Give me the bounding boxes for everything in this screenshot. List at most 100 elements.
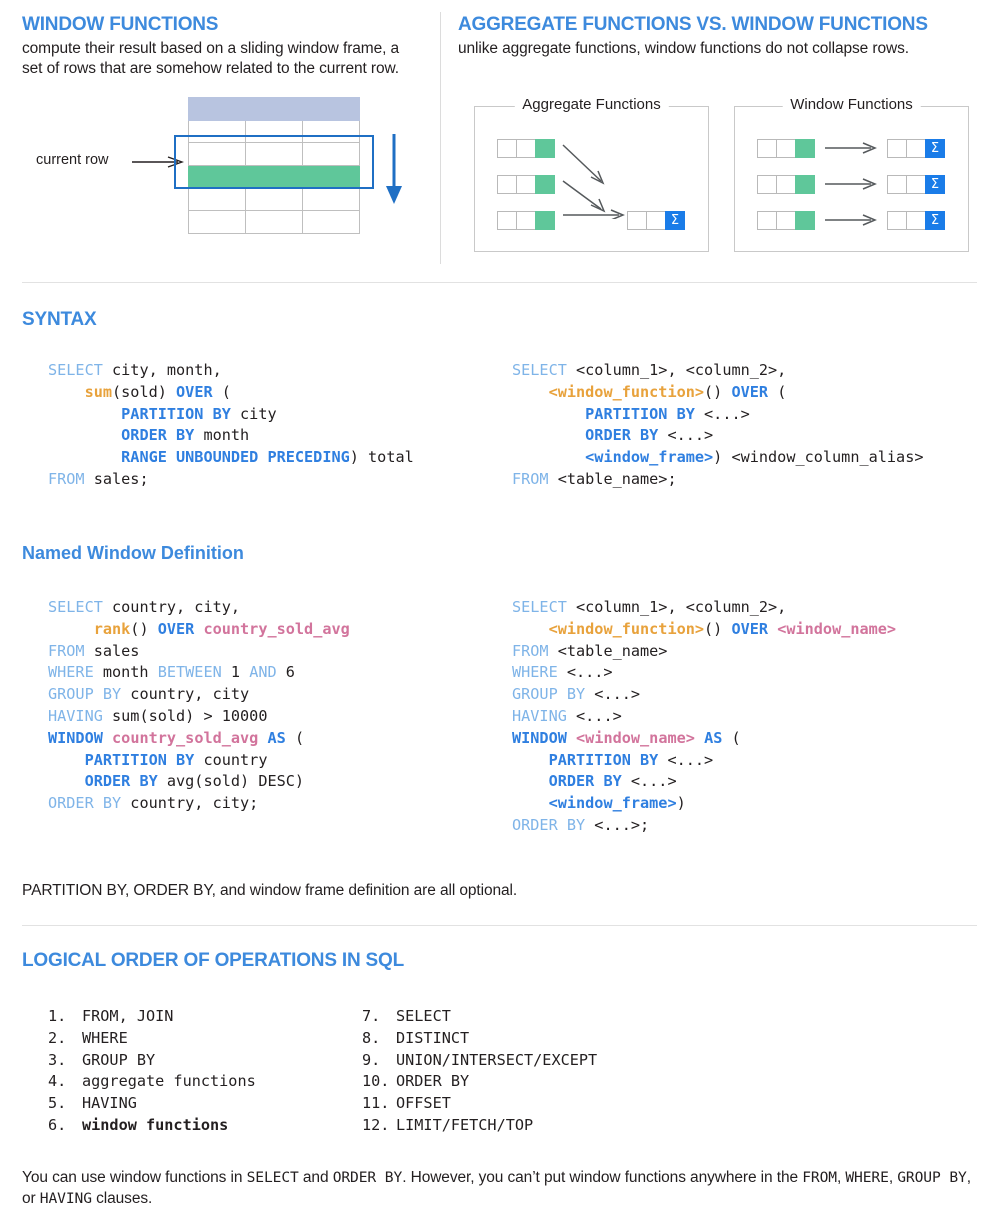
list-item: aggregate functions — [82, 1072, 256, 1091]
code-token: month — [93, 663, 158, 682]
code-token: country, city — [121, 685, 250, 704]
footer-text: You can use window functions in — [22, 1169, 247, 1186]
code-token: FROM — [512, 469, 549, 488]
code-token: <window_function> — [548, 382, 705, 401]
syntax-template-code: SELECT <column_1>, <column_2>, <window_f… — [512, 360, 992, 491]
code-token: ( — [722, 728, 741, 747]
code-token: SELECT — [512, 361, 567, 379]
window-frame-highlight — [174, 135, 374, 190]
sigma-cell: Σ — [925, 211, 945, 230]
list-item-number: 2. — [48, 1028, 67, 1047]
cell — [887, 139, 907, 158]
cell — [776, 175, 796, 194]
code-token: SELECT — [48, 361, 103, 379]
cell — [516, 211, 536, 230]
comparison-description: unlike aggregate functions, window funct… — [458, 39, 909, 57]
aggregate-input-row — [497, 139, 555, 158]
code-line: PARTITION BY country — [48, 750, 508, 772]
divider-logical-order — [22, 925, 977, 926]
current-row-label: current row — [36, 152, 109, 169]
table-header-row — [188, 97, 360, 121]
code-token: GROUP BY — [512, 685, 586, 704]
code-token: country_sold_avg — [203, 619, 350, 638]
list-item: ORDER BY — [396, 1072, 470, 1091]
cell — [757, 211, 777, 230]
cell — [906, 175, 926, 194]
code-line: ORDER BY <...> — [512, 771, 992, 793]
code-token: AS — [704, 728, 723, 747]
code-token: WINDOW — [48, 728, 103, 747]
cell — [887, 175, 907, 194]
aggregate-input-row — [497, 175, 555, 194]
window-box-label: Window Functions — [782, 96, 921, 113]
list-item: OFFSET — [396, 1094, 451, 1113]
code-line: <window_function>() OVER ( — [512, 382, 992, 404]
aggregate-box-label: Aggregate Functions — [514, 96, 669, 113]
code-token: sum(sold) > 10000 — [102, 706, 268, 725]
sql-keyword: GROUP BY — [897, 1169, 967, 1186]
named-window-template-code: SELECT <column_1>, <column_2>, <window_f… — [512, 597, 992, 837]
footer-text: , — [888, 1169, 898, 1186]
code-line: <window_function>() OVER <window_name> — [512, 619, 992, 641]
window-map-arrow-icon — [825, 142, 877, 154]
code-line: rank() OVER country_sold_avg — [48, 619, 508, 641]
cell-value — [535, 211, 555, 230]
code-token: city — [230, 404, 277, 423]
code-token: sales; — [84, 469, 149, 488]
aggregate-input-row — [497, 211, 555, 230]
vertical-divider — [440, 12, 441, 264]
table-row — [188, 210, 360, 234]
cell — [516, 139, 536, 158]
code-token: <window_frame> — [585, 448, 714, 467]
code-token: ( — [212, 382, 231, 401]
code-token: sum — [84, 382, 113, 401]
window-functions-box: Window Functions Σ Σ Σ — [734, 96, 969, 252]
cell — [906, 139, 926, 158]
code-line: FROM sales; — [48, 469, 508, 491]
comparison-title: AGGREGATE FUNCTIONS VS. WINDOW FUNCTIONS — [458, 14, 928, 35]
code-token: AS — [267, 728, 286, 747]
window-map-arrow-icon — [825, 214, 877, 226]
code-token: BETWEEN — [157, 663, 222, 682]
code-token: ( — [285, 728, 305, 747]
code-line: PARTITION BY <...> — [512, 404, 992, 426]
code-token: ORDER BY — [585, 426, 659, 445]
cell — [887, 211, 907, 230]
code-line: FROM <table_name> — [512, 641, 992, 663]
window-frame-diagram: current row — [22, 94, 422, 249]
code-token: city, month, — [102, 361, 222, 379]
sigma-cell: Σ — [925, 175, 945, 194]
sql-keyword: HAVING — [39, 1189, 92, 1207]
code-token: country, city, — [102, 598, 241, 616]
cell-value — [795, 139, 815, 158]
named-window-title: Named Window Definition — [22, 543, 244, 563]
cell — [516, 175, 536, 194]
footer-text: and — [298, 1169, 333, 1186]
list-item: SELECT — [396, 1007, 451, 1025]
code-token: () — [704, 382, 732, 401]
cell — [776, 139, 796, 158]
window-input-row — [757, 175, 815, 194]
code-token: country, city; — [121, 794, 259, 813]
window-functions-block: WINDOW FUNCTIONS compute their result ba… — [22, 14, 422, 249]
code-token: <...> — [621, 772, 677, 791]
code-line: SELECT <column_1>, <column_2>, — [512, 597, 992, 619]
code-token: month — [194, 426, 250, 445]
sql-keyword: FROM — [802, 1169, 837, 1186]
sql-keyword: WHERE — [845, 1169, 889, 1186]
code-token: <window_name> — [777, 619, 897, 638]
code-token: PARTITION BY — [548, 750, 659, 769]
window-functions-title: WINDOW FUNCTIONS — [22, 14, 219, 35]
window-output-row: Σ — [887, 211, 945, 230]
code-line: PARTITION BY <...> — [512, 750, 992, 772]
syntax-example-code: SELECT city, month, sum(sold) OVER ( PAR… — [48, 360, 508, 491]
